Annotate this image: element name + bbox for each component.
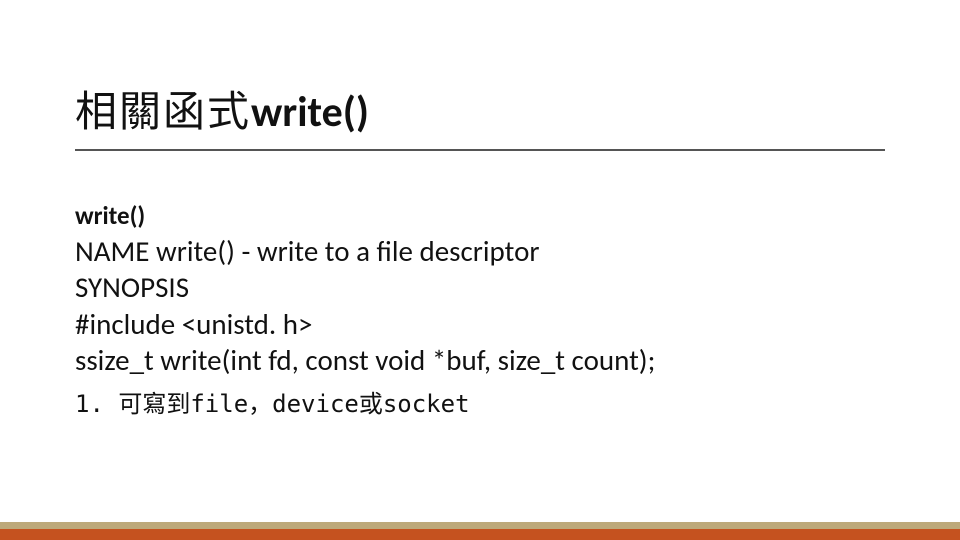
note-line: 1. 可寫到file，device或socket bbox=[75, 384, 885, 419]
body: write() NAME write() - write to a file d… bbox=[75, 200, 885, 419]
footer-bar bbox=[0, 522, 960, 540]
function-heading: write() bbox=[75, 200, 885, 231]
footer-bar-bottom bbox=[0, 529, 960, 540]
title-prefix: 相關函式 bbox=[75, 90, 251, 136]
footer-bar-top bbox=[0, 522, 960, 529]
man-include-line: #include <unistd. h> bbox=[75, 306, 885, 342]
slide: 相關函式write() write() NAME write() - write… bbox=[0, 0, 960, 540]
title-fn: write() bbox=[251, 87, 369, 138]
man-name-line: NAME write() - write to a file descripto… bbox=[75, 233, 885, 269]
page-title: 相關函式write() bbox=[75, 78, 885, 139]
title-area: 相關函式write() bbox=[75, 78, 885, 151]
man-prototype-line: ssize_t write(int fd, const void *buf, s… bbox=[75, 342, 885, 378]
title-underline bbox=[75, 149, 885, 151]
man-synopsis-line: SYNOPSIS bbox=[75, 269, 885, 305]
